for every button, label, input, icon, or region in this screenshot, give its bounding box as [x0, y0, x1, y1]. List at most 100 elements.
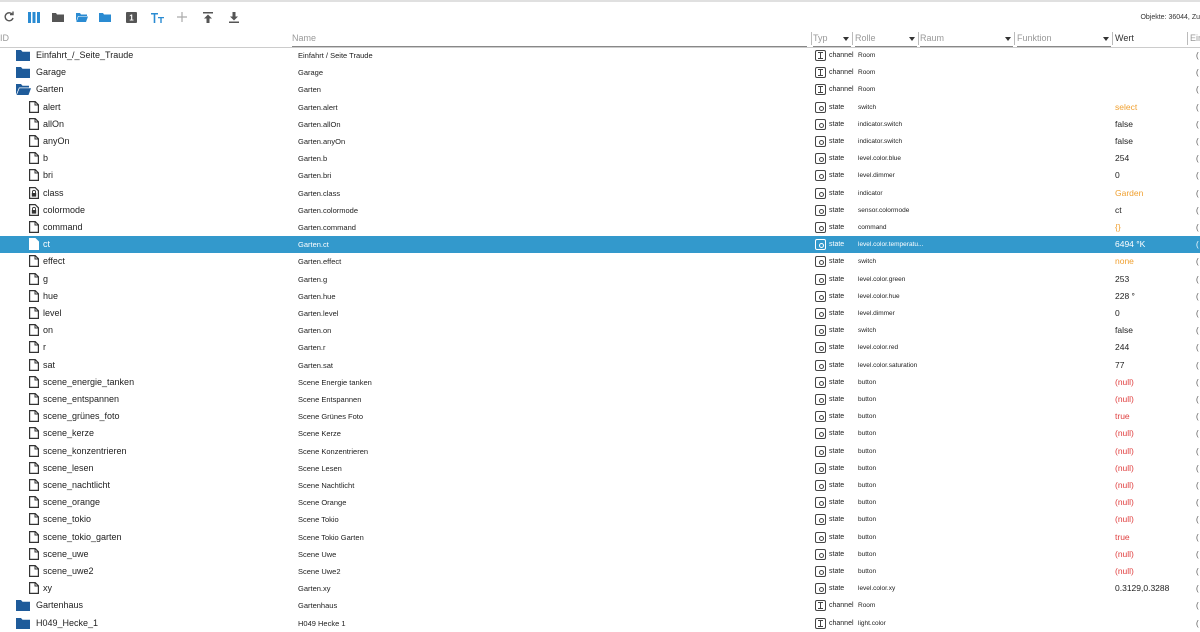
- table-row[interactable]: H049_Hecke_1 H049 Hecke 1 channel light.col…: [0, 615, 1200, 632]
- header-edge[interactable]: Ein: [1190, 30, 1200, 47]
- folder-closed-icon[interactable]: [96, 8, 114, 26]
- table-row[interactable]: scene_lesen Scene Lesen state button (null)(: [0, 460, 1200, 477]
- state-icon: [815, 239, 826, 251]
- table-row[interactable]: xy Garten.xy state level.color.xy 0.3129,0.3…: [0, 580, 1200, 597]
- column-separator: [811, 32, 812, 45]
- row-value[interactable]: false: [1115, 133, 1195, 150]
- row-value[interactable]: (null): [1115, 494, 1195, 511]
- table-row[interactable]: scene_uwe2 Scene Uwe2 state button (null)(: [0, 563, 1200, 580]
- row-value[interactable]: 77: [1115, 357, 1195, 374]
- state-icon: [815, 118, 826, 130]
- table-row[interactable]: effect Garten.effect state switch none(: [0, 253, 1200, 270]
- table-row[interactable]: scene_kerze Scene Kerze state button (null)(: [0, 425, 1200, 442]
- table-row[interactable]: scene_entspannen Scene Entspannen state but…: [0, 391, 1200, 408]
- row-value[interactable]: Garden: [1115, 185, 1195, 202]
- table-row[interactable]: scene_nachtlicht Scene Nachtlicht state but…: [0, 477, 1200, 494]
- role-filter-select[interactable]: Rolle: [855, 31, 917, 47]
- row-role: indicator: [858, 189, 883, 197]
- table-row[interactable]: b Garten.b state level.color.blue 254(: [0, 150, 1200, 167]
- row-role: indicator.switch: [858, 120, 903, 128]
- row-name: Einfahrt / Seite Traude: [298, 51, 373, 60]
- row-value[interactable]: (null): [1115, 511, 1195, 528]
- table-row[interactable]: Garten Garten channel Room (: [0, 81, 1200, 98]
- table-row[interactable]: scene_konzentrieren Scene Konzentrieren st…: [0, 443, 1200, 460]
- room-filter-select[interactable]: Raum: [920, 31, 1013, 47]
- row-value[interactable]: false: [1115, 116, 1195, 133]
- table-row[interactable]: class Garten.class state indicator Garden(: [0, 185, 1200, 202]
- row-value[interactable]: 253: [1115, 271, 1195, 288]
- table-row[interactable]: level Garten.level state level.dimmer 0(: [0, 305, 1200, 322]
- row-value[interactable]: {}: [1115, 219, 1195, 236]
- table-row[interactable]: anyOn Garten.anyOn state indicator.switch fa…: [0, 133, 1200, 150]
- row-edge-cell: (: [1196, 326, 1199, 336]
- row-value[interactable]: 6494 °K: [1115, 236, 1195, 253]
- row-value[interactable]: (null): [1115, 546, 1195, 563]
- row-value[interactable]: (null): [1115, 563, 1195, 580]
- table-row[interactable]: scene_tokio_garten Scene Tokio Garten stat…: [0, 529, 1200, 546]
- row-name: Scene Energie tanken: [298, 377, 372, 387]
- row-value[interactable]: 254: [1115, 150, 1195, 167]
- row-value[interactable]: (null): [1115, 425, 1195, 442]
- row-type: state: [829, 189, 845, 197]
- row-value[interactable]: true: [1115, 408, 1195, 425]
- refresh-icon[interactable]: [0, 8, 18, 26]
- upload-icon[interactable]: [199, 8, 217, 26]
- table-row[interactable]: bri Garten.bri state level.dimmer 0(: [0, 167, 1200, 184]
- row-value[interactable]: 0.3129,0.3288: [1115, 580, 1195, 597]
- text-size-icon[interactable]: [148, 8, 166, 26]
- folder-icon[interactable]: [49, 8, 67, 26]
- row-edge-cell: (: [1196, 395, 1199, 404]
- row-value[interactable]: (null): [1115, 460, 1195, 477]
- row-value[interactable]: (null): [1115, 477, 1195, 494]
- column-separator: [852, 32, 853, 45]
- table-row[interactable]: scene_uwe Scene Uwe state button (null)(: [0, 546, 1200, 563]
- table-row[interactable]: on Garten.on state switch false(: [0, 322, 1200, 339]
- table-row[interactable]: scene_grünes_foto Scene Grünes Foto state b…: [0, 408, 1200, 425]
- table-row[interactable]: sat Garten.sat state level.color.saturation…: [0, 357, 1200, 374]
- table-row[interactable]: hue Garten.hue state level.color.hue 228 °(: [0, 288, 1200, 305]
- row-value[interactable]: ct: [1115, 202, 1195, 219]
- table-row[interactable]: colormode Garten.colormode state sensor.col…: [0, 202, 1200, 219]
- row-value[interactable]: (null): [1115, 374, 1195, 391]
- table-row[interactable]: command Garten.command state command {}(: [0, 219, 1200, 236]
- header-id[interactable]: ID: [0, 30, 9, 47]
- row-value[interactable]: select: [1115, 99, 1195, 116]
- file-icon: [29, 444, 39, 459]
- row-value[interactable]: (null): [1115, 391, 1195, 408]
- row-role: button: [858, 413, 877, 421]
- table-row[interactable]: g Garten.g state level.color.green 253(: [0, 271, 1200, 288]
- row-value[interactable]: 244: [1115, 339, 1195, 356]
- type-filter-select[interactable]: Typ: [813, 31, 851, 47]
- row-type: state: [829, 516, 845, 524]
- table-row[interactable]: scene_energie_tanken Scene Energie tanken…: [0, 374, 1200, 391]
- plus-icon[interactable]: [173, 8, 191, 26]
- toolbar: 1 Objekte: 36044, Zu: [0, 8, 1200, 28]
- state-icon: [815, 583, 826, 595]
- row-value[interactable]: none: [1115, 253, 1195, 270]
- download-icon[interactable]: [225, 8, 243, 26]
- table-row[interactable]: r Garten.r state level.color.red 244(: [0, 339, 1200, 356]
- table-row[interactable]: Einfahrt_/_Seite_Traude Einfahrt / Seite …: [0, 47, 1200, 64]
- folder-open-icon[interactable]: [73, 8, 91, 26]
- columns-icon[interactable]: [25, 8, 43, 26]
- row-value[interactable]: false: [1115, 322, 1195, 339]
- function-filter-select[interactable]: Funktion: [1017, 31, 1111, 47]
- table-row[interactable]: scene_orange Scene Orange state button (null…: [0, 494, 1200, 511]
- row-value[interactable]: 228 °: [1115, 288, 1195, 305]
- row-value[interactable]: 0: [1115, 167, 1195, 184]
- row-value[interactable]: (null): [1115, 443, 1195, 460]
- table-row[interactable]: alert Garten.alert state switch select(: [0, 99, 1200, 116]
- name-filter-input[interactable]: Name: [292, 31, 807, 47]
- row-value[interactable]: 0: [1115, 305, 1195, 322]
- state-icon: [815, 204, 826, 216]
- header-value[interactable]: Wert: [1115, 30, 1134, 47]
- table-row[interactable]: Gartenhaus Gartenhaus channel Room (: [0, 597, 1200, 614]
- row-name: Scene Uwe: [298, 549, 337, 559]
- row-value[interactable]: true: [1115, 529, 1195, 546]
- table-row[interactable]: scene_tokio Scene Tokio state button (null)(: [0, 511, 1200, 528]
- table-row[interactable]: Garage Garage channel Room (: [0, 64, 1200, 81]
- number-one-icon[interactable]: 1: [122, 8, 140, 26]
- state-icon: [815, 411, 826, 423]
- table-row[interactable]: allOn Garten.allOn state indicator.switch fa…: [0, 116, 1200, 133]
- table-row[interactable]: ct Garten.ct state level.color.temperatu...…: [0, 236, 1200, 254]
